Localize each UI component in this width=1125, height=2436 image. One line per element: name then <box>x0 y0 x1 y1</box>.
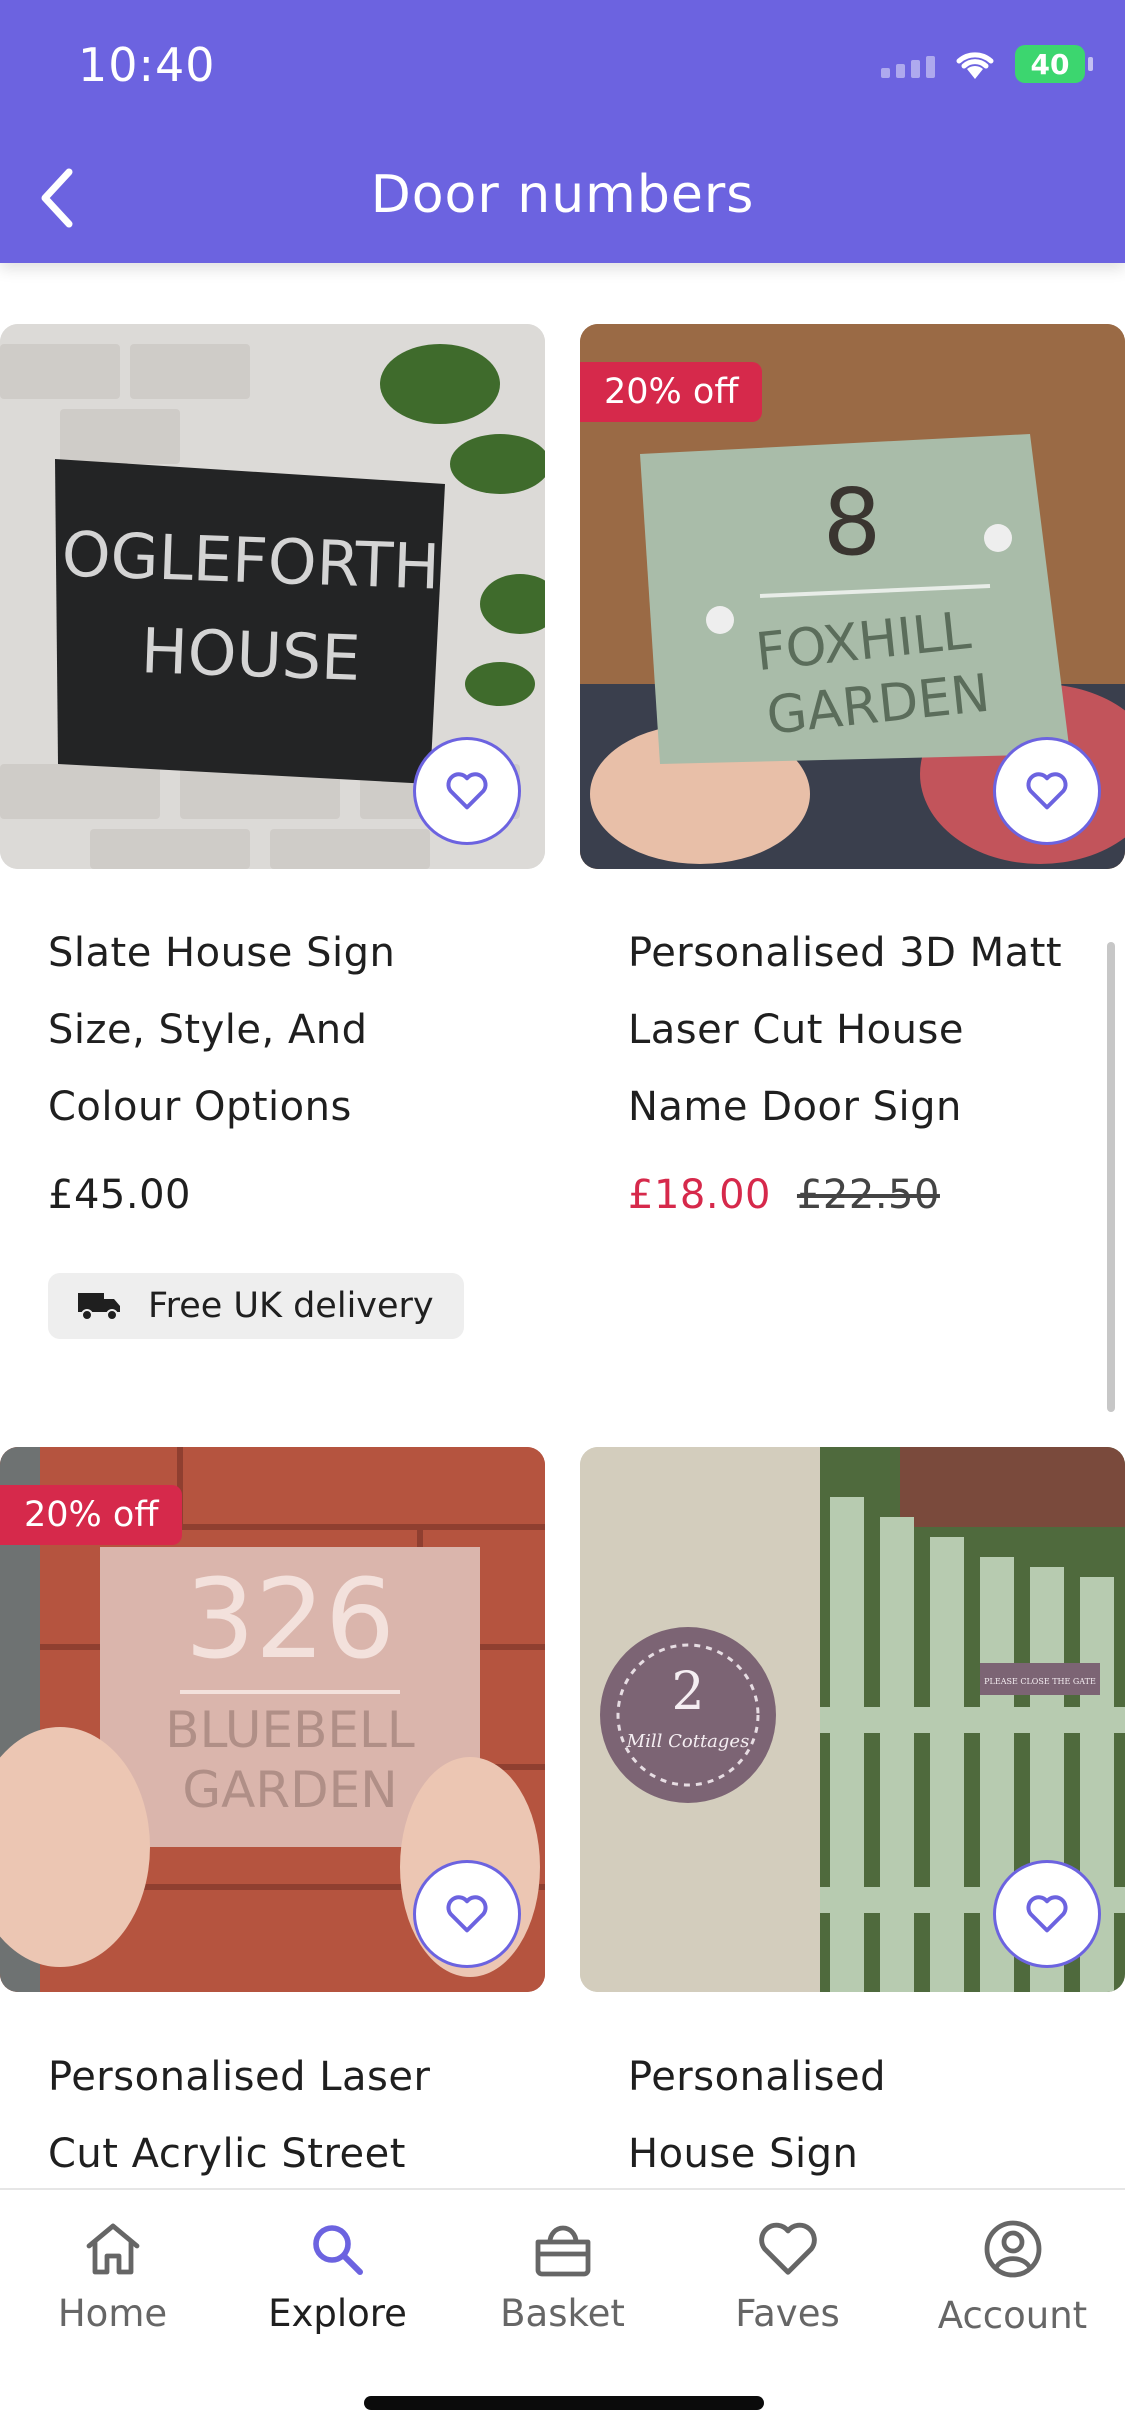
truck-icon <box>78 1293 120 1321</box>
sign-text: BLUEBELL <box>165 1701 415 1759</box>
home-indicator[interactable] <box>364 2396 764 2410</box>
product-name-line: Personalised Laser <box>48 2054 431 2100</box>
product-name-line: Colour Options <box>48 1084 352 1130</box>
sign-text: Mill Cottages <box>626 1731 750 1752</box>
heart-icon <box>446 1895 488 1933</box>
product-name[interactable]: Slate House Sign Size, Style, And Colour… <box>48 915 548 1146</box>
wifi-icon <box>956 52 994 79</box>
delivery-text: Free UK delivery <box>148 1286 434 1326</box>
product-name[interactable]: Personalised 3D Matt Laser Cut House Nam… <box>628 915 1125 1146</box>
nav-label: Faves <box>735 2291 840 2335</box>
sale-price: £18.00 <box>628 1172 771 1218</box>
scrollbar[interactable] <box>1107 942 1115 1412</box>
sign-number: 2 <box>671 1662 704 1722</box>
favourite-button[interactable] <box>993 737 1101 845</box>
favourite-button[interactable] <box>413 737 521 845</box>
product-name-line: Name Door Sign <box>628 1084 962 1130</box>
cellular-signal-icon <box>881 50 935 78</box>
nav-faves[interactable]: Faves <box>675 2192 900 2362</box>
product-name-line: Cut Acrylic Street <box>48 2131 406 2177</box>
product-name-line: House Sign <box>628 2131 859 2177</box>
discount-badge: 20% off <box>0 1485 183 1545</box>
sign-text: OGLEFORTH <box>61 517 441 603</box>
product-name-line: Personalised 3D Matt <box>628 930 1063 976</box>
delivery-badge: Free UK delivery <box>48 1273 464 1339</box>
product-image[interactable]: 2 Mill Cottages PLEASE CLOSE THE GATE <box>580 1447 1125 1992</box>
gate-sign-text: PLEASE CLOSE THE GATE <box>984 1677 1096 1686</box>
nav-label: Account <box>937 2293 1088 2337</box>
product-image[interactable]: 326 BLUEBELL GARDEN 20% off <box>0 1447 545 1992</box>
favourite-button[interactable] <box>993 1860 1101 1968</box>
product-name-line: Slate House Sign <box>48 930 396 976</box>
heart-icon <box>446 772 488 810</box>
product-price: £18.00 £22.50 <box>628 1172 940 1218</box>
nav-label: Home <box>57 2291 168 2335</box>
product-price: £45.00 <box>48 1172 191 1218</box>
nav-label: Explore <box>268 2291 407 2335</box>
status-time: 10:40 <box>78 38 216 92</box>
sign-number: 326 <box>185 1555 395 1683</box>
basket-icon <box>535 2225 590 2276</box>
product-name-line: Size, Style, And <box>48 1007 368 1053</box>
sign-number: 8 <box>823 469 882 576</box>
product-name[interactable]: Personalised House Sign <box>628 2039 1125 2193</box>
battery-icon: 40 <box>1015 45 1093 83</box>
nav-basket[interactable]: Basket <box>450 2192 675 2362</box>
product-name-line: Personalised <box>628 2054 886 2100</box>
status-icons: 40 <box>881 45 1093 83</box>
search-icon <box>312 2224 363 2275</box>
heart-icon <box>1026 772 1068 810</box>
sign-text: HOUSE <box>140 614 362 695</box>
product-image[interactable]: OGLEFORTH HOUSE <box>0 324 545 869</box>
product-image[interactable]: 8 FOXHILL GARDEN 20% off <box>580 324 1125 869</box>
discount-badge: 20% off <box>580 362 763 422</box>
home-icon <box>86 2223 139 2274</box>
sign-text: GARDEN <box>182 1761 397 1819</box>
nav-label: Basket <box>500 2291 625 2335</box>
app-header: 10:40 40 Door numbers <box>0 0 1125 263</box>
nav-explore[interactable]: Explore <box>225 2192 450 2362</box>
heart-icon <box>1026 1895 1068 1933</box>
original-price: £22.50 <box>796 1172 940 1218</box>
product-name-line: Laser Cut House <box>628 1007 964 1053</box>
product-name[interactable]: Personalised Laser Cut Acrylic Street <box>48 2039 548 2193</box>
account-icon <box>984 2220 1041 2277</box>
page-title: Door numbers <box>370 165 755 225</box>
heart-icon <box>758 2222 817 2275</box>
battery-level: 40 <box>1030 47 1070 81</box>
favourite-button[interactable] <box>413 1860 521 1968</box>
nav-account[interactable]: Account <box>900 2192 1125 2362</box>
nav-home[interactable]: Home <box>0 2192 225 2362</box>
